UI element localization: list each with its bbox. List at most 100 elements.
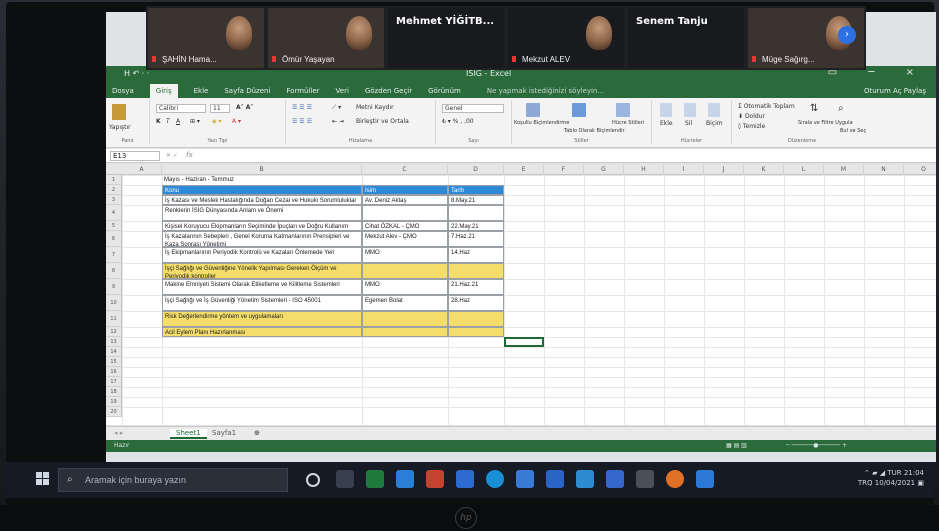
cortana-icon[interactable] <box>306 473 320 487</box>
row-header[interactable]: 4 <box>106 205 122 221</box>
row-header[interactable]: 2 <box>106 185 122 195</box>
column-header[interactable]: M <box>824 165 864 175</box>
paste-icon[interactable] <box>112 104 126 120</box>
topic-cell[interactable]: Makine Emniyeti Sistemi Olarak Etiketlem… <box>162 279 362 295</box>
topic-cell[interactable]: Kişisel Koruyucu Ekipmanların Seçiminde … <box>162 221 362 231</box>
header-cell[interactable]: Konu <box>162 185 362 195</box>
column-header[interactable]: B <box>162 165 362 175</box>
conditional-format-icon[interactable] <box>526 103 540 117</box>
row-header[interactable]: 1 <box>106 175 122 185</box>
teams-icon[interactable] <box>696 470 714 488</box>
participant-tile[interactable]: Senem Tanju <box>628 8 744 68</box>
delete-cells-icon[interactable] <box>684 103 696 117</box>
topic-cell[interactable]: İş Ekipmanlarının Periyodik Kontrolü ve … <box>162 247 362 263</box>
row-header[interactable]: 7 <box>106 247 122 263</box>
tab-0[interactable]: Dosya <box>112 84 134 98</box>
fill-button[interactable]: ⬇ Doldur <box>738 113 765 120</box>
tab-6[interactable]: Gözden Geçir <box>365 84 412 98</box>
column-header[interactable]: N <box>864 165 904 175</box>
powerpoint-icon[interactable] <box>426 470 444 488</box>
app-icon[interactable] <box>606 470 624 488</box>
column-header[interactable]: D <box>448 165 504 175</box>
clear-button[interactable]: ◊ Temizle <box>738 123 765 130</box>
indent-icon[interactable]: ⇤ ⇥ <box>332 118 344 125</box>
wrap-text-button[interactable]: Metni Kaydır <box>356 104 394 111</box>
row-header[interactable]: 5 <box>106 221 122 231</box>
word-icon[interactable] <box>456 470 474 488</box>
row-header[interactable]: 9 <box>106 279 122 295</box>
lock-icon[interactable] <box>636 470 654 488</box>
telegram-icon[interactable] <box>546 470 564 488</box>
row-header[interactable]: 8 <box>106 263 122 279</box>
topic-cell[interactable]: Risk Değerlendirme yöntem ve uygulamalar… <box>162 311 362 327</box>
name-cell[interactable]: Cihat ÖZKAL - ÇMO <box>362 221 448 231</box>
italic-button[interactable]: T <box>166 118 170 125</box>
row-header[interactable]: 18 <box>106 387 122 397</box>
column-header[interactable]: A <box>122 165 162 175</box>
tray-icons[interactable]: ⌃ ▰ ◢ <box>864 469 887 477</box>
participant-tile[interactable]: Mekzut ALEV <box>508 8 624 68</box>
name-cell[interactable] <box>362 205 448 221</box>
name-cell[interactable] <box>362 327 448 337</box>
row-header[interactable]: 15 <box>106 357 122 367</box>
column-header[interactable]: O <box>904 165 936 175</box>
zoom-taskbar-icon[interactable] <box>576 470 594 488</box>
sort-filter-icon[interactable]: ⇅ <box>810 103 818 114</box>
row-header[interactable]: 12 <box>106 327 122 337</box>
cancel-confirm-icons[interactable]: ✕ ✓ <box>166 152 178 159</box>
find-select-icon[interactable]: ⌕ <box>838 103 844 114</box>
add-sheet-icon[interactable]: ⊕ <box>254 429 260 437</box>
sheet-tab-sayfa1[interactable]: Sayfa1 <box>212 429 236 437</box>
mail-icon[interactable] <box>396 470 414 488</box>
date-cell[interactable]: 28.Haz <box>448 295 504 311</box>
bold-button[interactable]: K <box>156 118 161 125</box>
column-header[interactable]: H <box>624 165 664 175</box>
header-cell[interactable]: İsim <box>362 185 448 195</box>
row-header[interactable]: 13 <box>106 337 122 347</box>
name-cell[interactable]: MMO <box>362 247 448 263</box>
topic-cell[interactable]: İş Kazalarının Sebepleri , Genel Koruma … <box>162 231 362 247</box>
sheet-tab-sheet1[interactable]: Sheet1 <box>170 429 207 439</box>
paste-button[interactable]: Yapıştır <box>109 124 131 131</box>
view-buttons[interactable]: ▦ ▤ ▥ <box>726 442 747 449</box>
grow-font-icon[interactable]: A˄ A˅ <box>236 104 253 111</box>
tell-me-input[interactable]: Ne yapmak istediğinizi söyleyin... <box>487 84 604 98</box>
orientation-icon[interactable]: ⟋ ▾ <box>332 104 341 112</box>
cell-styles-icon[interactable] <box>616 103 630 117</box>
row-header[interactable]: 19 <box>106 397 122 407</box>
excel-taskbar-icon[interactable] <box>366 470 384 488</box>
format-cells-icon[interactable] <box>708 103 720 117</box>
edge-icon[interactable] <box>486 470 504 488</box>
topic-cell[interactable]: İşçi Sağlığı ve Güvenliğine Yönelik Yapı… <box>162 263 362 279</box>
date-cell[interactable]: 8.May.21 <box>448 195 504 205</box>
delete-button[interactable]: Sil <box>685 120 692 127</box>
column-header[interactable]: K <box>744 165 784 175</box>
format-table-icon[interactable] <box>572 103 586 117</box>
account-share[interactable]: Oturum Aç Paylaş <box>864 84 936 98</box>
row-header[interactable]: 3 <box>106 195 122 205</box>
row-header[interactable]: 10 <box>106 295 122 311</box>
merge-center-button[interactable]: Birleştir ve Ortala <box>356 118 409 125</box>
conditional-format-button[interactable]: Koşullu Biçimlendirme <box>514 120 569 126</box>
underline-button[interactable]: A <box>176 118 180 125</box>
borders-icon[interactable]: ⊞ ▾ <box>190 118 200 125</box>
topic-cell[interactable]: Acil Eylem Planı Hazırlanması <box>162 327 362 337</box>
sheet-title-cell[interactable]: Mayıs - Haziran - Temmuz <box>162 175 362 185</box>
number-format-select[interactable]: Genel <box>442 104 504 113</box>
topic-cell[interactable]: İşçi Sağlığı ve İş Güvenliği Yönetim Sis… <box>162 295 362 311</box>
date-cell[interactable] <box>448 263 504 279</box>
name-cell[interactable]: MMO <box>362 279 448 295</box>
topic-cell[interactable]: İş Kazası ve Meslek Hastalığında Doğan C… <box>162 195 362 205</box>
store-icon[interactable] <box>516 470 534 488</box>
tab-2[interactable]: Ekle <box>194 84 209 98</box>
name-cell[interactable]: Mekzut Alev - ÇMO <box>362 231 448 247</box>
font-color-icon[interactable]: A ▾ <box>232 118 241 125</box>
topic-cell[interactable]: Renklerin İSİG Dünyasında Anlam ve Önemi <box>162 205 362 221</box>
name-box[interactable]: E13 <box>110 151 160 161</box>
quick-access-toolbar[interactable]: H ↶ · · <box>124 69 149 78</box>
insert-cells-icon[interactable] <box>660 103 672 117</box>
column-header[interactable]: F <box>544 165 584 175</box>
date-cell[interactable]: 21.Haz.21 <box>448 279 504 295</box>
fx-icon[interactable]: fx <box>186 151 193 159</box>
tab-5[interactable]: Veri <box>336 84 349 98</box>
